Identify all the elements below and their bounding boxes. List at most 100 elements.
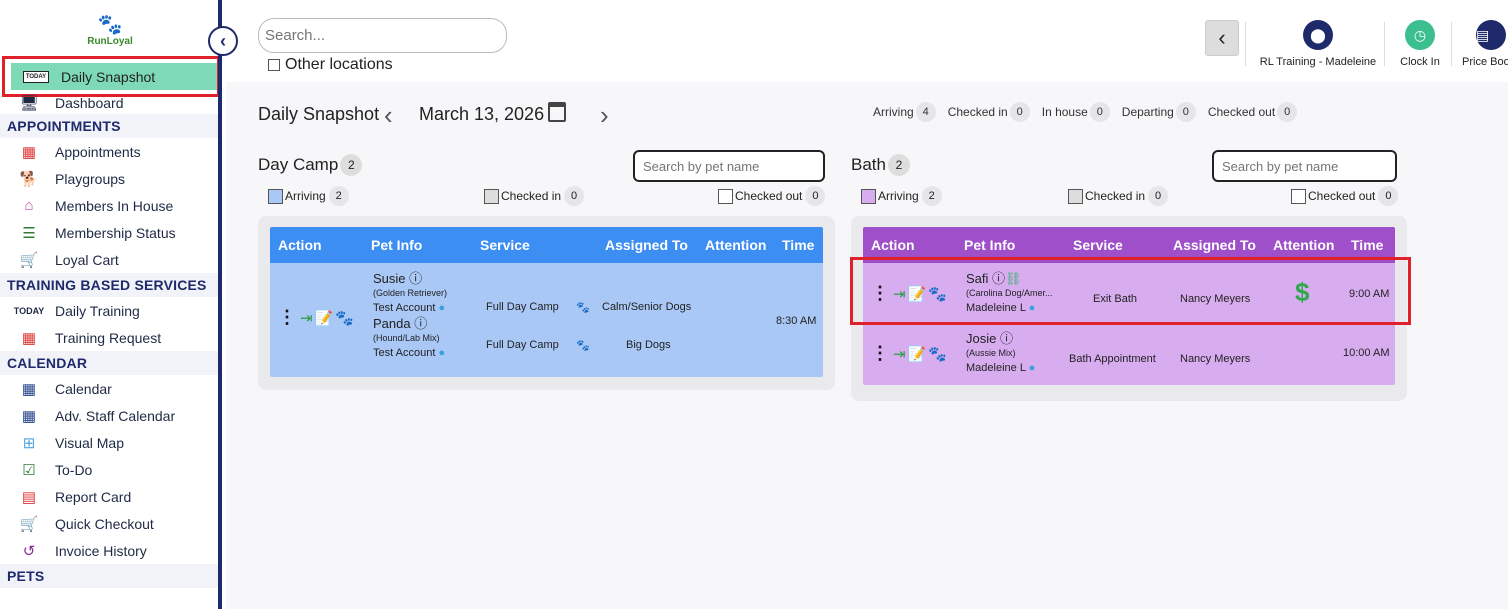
sidebar-item-training-request[interactable]: ▦ Training Request — [0, 324, 218, 351]
paw-icon[interactable]: 🐾 — [335, 309, 354, 327]
sidebar-item-daily-snapshot[interactable]: TODAY Daily Snapshot — [2, 56, 218, 97]
sidebar-item-report-card[interactable]: ▤ Report Card — [0, 483, 218, 510]
check-in-icon[interactable]: ⇥ — [300, 309, 313, 327]
panel-title-text: Day Camp — [258, 155, 339, 174]
sidebar-item-label: Quick Checkout — [55, 515, 154, 532]
info-icon[interactable]: ⓘ — [1000, 331, 1013, 346]
sidebar-item-daily-training[interactable]: TODAY Daily Training — [0, 297, 218, 324]
invoice-history-icon: ↺ — [22, 542, 36, 560]
counter-in-house[interactable]: In house 0 — [1042, 102, 1110, 122]
sidebar-item-label: To-Do — [55, 461, 93, 478]
check-in-icon[interactable]: ⇥ — [893, 345, 906, 363]
more-options-icon[interactable]: ⋮ — [278, 307, 296, 328]
today-icon: TODAY — [23, 70, 49, 83]
sidebar-item-visual-map[interactable]: ⊞ Visual Map — [0, 429, 218, 456]
sidebar-item-dashboard[interactable]: 🖥 Dashboard — [0, 92, 218, 114]
calendar-picker-icon[interactable] — [548, 102, 566, 122]
daycamp-table: Action Pet Info Service Assigned To Atte… — [270, 227, 823, 377]
header-assigned-to: Assigned To — [1173, 237, 1256, 253]
sidebar-item-invoice-history[interactable]: ↺ Invoice History — [0, 537, 218, 564]
pet-info: Susie ⓘ (Golden Retriever) Test Account … — [373, 271, 447, 361]
sidebar-item-to-do[interactable]: ☑ To-Do — [0, 456, 218, 483]
appointments-calendar-icon: ▦ — [21, 143, 37, 161]
owner-link[interactable]: Test Account ● — [373, 301, 447, 316]
legend-checked-in[interactable]: Checked in 0 — [1068, 186, 1169, 206]
location-button[interactable]: ⬤ RL Training - Madeleine — [1256, 20, 1380, 68]
time-cell: 10:00 AM — [1343, 347, 1390, 359]
sidebar-item-loyal-cart[interactable]: 🛒 Loyal Cart — [0, 246, 218, 273]
todo-icon: ☑ — [22, 461, 36, 479]
back-button[interactable]: ‹ — [1205, 20, 1239, 56]
assign-playgroup-icon[interactable]: 🐾 — [576, 339, 590, 352]
table-row[interactable]: ⋮ ⇥ 📝 🐾 Josie ⓘ (Aussie Mix) Madeleine L… — [863, 325, 1395, 385]
chat-icon[interactable]: ● — [438, 347, 445, 359]
pet-name-link[interactable]: Panda ⓘ — [373, 316, 447, 331]
pet-name: Susie — [373, 271, 406, 286]
legend-badge: 0 — [1378, 186, 1399, 206]
counter-departing[interactable]: Departing 0 — [1122, 102, 1196, 122]
info-icon[interactable]: ⓘ — [409, 271, 422, 286]
panel-count-badge: 2 — [340, 154, 363, 176]
price-book-button[interactable]: ▤ Price Boo — [1462, 20, 1508, 68]
search-input[interactable] — [258, 18, 507, 53]
info-icon[interactable]: ⓘ — [414, 316, 427, 331]
notes-icon[interactable]: 📝 — [315, 309, 334, 327]
header-assigned-to: Assigned To — [605, 237, 688, 253]
daycamp-pet-search[interactable] — [633, 150, 825, 182]
counter-checked-in[interactable]: Checked in 0 — [948, 102, 1030, 122]
sidebar-item-label: Training Request — [55, 329, 162, 346]
sidebar-item-calendar[interactable]: ▦ Calendar — [0, 375, 218, 402]
clock-in-button[interactable]: ◷ Clock In — [1396, 20, 1444, 68]
assigned-cell: Calm/Senior Dogs — [602, 301, 692, 313]
section-appointments: APPOINTMENTS — [0, 114, 218, 138]
bath-pet-search[interactable] — [1212, 150, 1397, 182]
other-locations-checkbox[interactable]: Other locations — [268, 56, 393, 74]
collapse-sidebar-button[interactable]: ‹ — [208, 26, 238, 56]
sidebar-item-members-in-house[interactable]: ⌂ Members In House — [0, 192, 218, 219]
more-options-icon[interactable]: ⋮ — [871, 343, 889, 364]
pet-name-link[interactable]: Josie ⓘ — [966, 331, 1035, 346]
next-day-button[interactable]: › — [600, 100, 609, 131]
chat-icon[interactable]: ● — [438, 302, 445, 314]
sidebar-item-appointments[interactable]: ▦ Appointments — [0, 138, 218, 165]
quick-checkout-icon: 🛒 — [19, 515, 39, 533]
pet-name-link[interactable]: Susie ⓘ — [373, 271, 447, 286]
counter-checked-out[interactable]: Checked out 0 — [1208, 102, 1298, 122]
service-cell: Bath Appointment — [1069, 353, 1156, 365]
owner-name: Madeleine L — [966, 362, 1026, 374]
counter-badge: 0 — [1175, 102, 1196, 122]
clock-icon: ◷ — [1405, 20, 1435, 50]
sidebar-item-adv-staff-calendar[interactable]: ▦ Adv. Staff Calendar — [0, 402, 218, 429]
runloyal-logo[interactable]: 🐾 RunLoyal — [80, 14, 140, 58]
counter-badge: 0 — [1089, 102, 1110, 122]
notes-icon[interactable]: 📝 — [908, 345, 927, 363]
header-action: Action — [278, 237, 322, 253]
prev-day-button[interactable]: ‹ — [384, 100, 393, 131]
assign-playgroup-icon[interactable]: 🐾 — [576, 301, 590, 314]
table-row[interactable]: ⋮ ⇥ 📝 🐾 Susie ⓘ (Golden Retriever) Test … — [270, 263, 823, 377]
owner-link[interactable]: Madeleine L ● — [966, 361, 1035, 376]
legend-swatch — [268, 188, 283, 204]
sidebar-item-label: Dashboard — [55, 95, 124, 111]
row-actions: ⋮ ⇥ 📝 🐾 — [871, 343, 949, 364]
counter-arriving[interactable]: Arriving 4 — [873, 102, 936, 122]
legend-checked-in[interactable]: Checked in 0 — [484, 186, 585, 206]
legend-arriving[interactable]: Arriving 2 — [861, 186, 942, 206]
counter-badge: 4 — [915, 102, 936, 122]
legend-checked-out[interactable]: Checked out 0 — [1291, 186, 1399, 206]
chat-icon[interactable]: ● — [1029, 362, 1036, 374]
legend-checked-out[interactable]: Checked out 0 — [718, 186, 826, 206]
sidebar-item-playgroups[interactable]: 🐕 Playgroups — [0, 165, 218, 192]
legend-swatch — [484, 188, 499, 204]
sidebar-item-quick-checkout[interactable]: 🛒 Quick Checkout — [0, 510, 218, 537]
owner-link[interactable]: Test Account ● — [373, 346, 447, 361]
legend-arriving[interactable]: Arriving 2 — [268, 186, 349, 206]
sidebar-item-membership-status[interactable]: ☰ Membership Status — [0, 219, 218, 246]
paw-icon[interactable]: 🐾 — [928, 345, 947, 363]
service-cell: Full Day Camp — [486, 339, 559, 351]
sidebar-item-label: Members In House — [55, 197, 174, 214]
time-cell: 8:30 AM — [776, 315, 817, 327]
assigned-cell: Nancy Meyers — [1180, 353, 1251, 365]
staff-calendar-icon: ▦ — [21, 407, 37, 425]
today-training-icon: TODAY — [13, 305, 45, 316]
